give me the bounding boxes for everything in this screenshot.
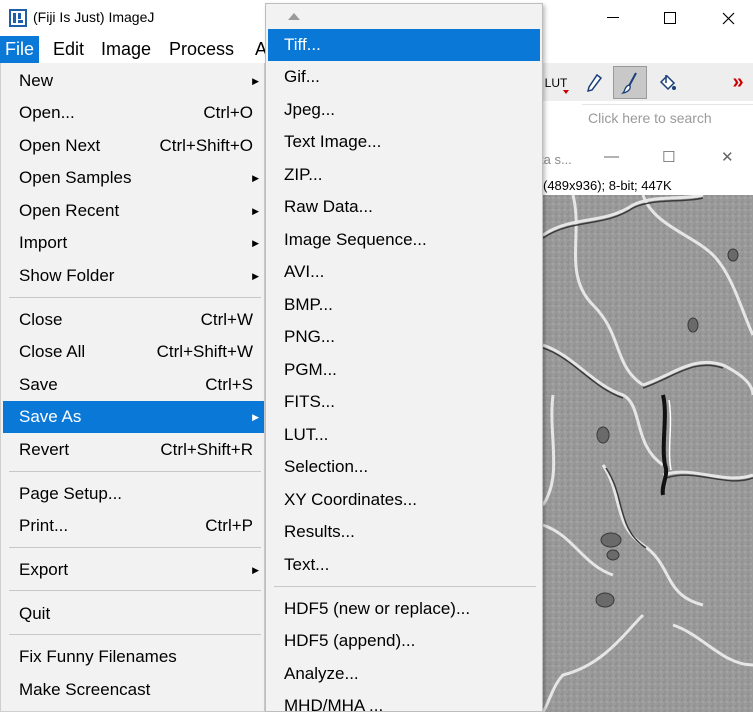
- menu-image[interactable]: Image: [96, 36, 156, 63]
- search-input[interactable]: Click here to search: [582, 104, 753, 131]
- brush-tool[interactable]: [613, 66, 647, 99]
- file-menu: New ▶ Open... Ctrl+O Open Next Ctrl+Shif…: [0, 63, 265, 712]
- menu-item-export[interactable]: Export ▶: [3, 554, 264, 586]
- submenu-item-selection[interactable]: Selection...: [268, 451, 540, 483]
- menu-item-save[interactable]: Save Ctrl+S: [3, 369, 264, 401]
- submenu-arrow-icon: ▶: [252, 271, 259, 281]
- menu-item-open[interactable]: Open... Ctrl+O: [3, 97, 264, 129]
- image-window: ta s... — ☐ ✕ (489x936); 8-bit; 447K: [540, 138, 753, 712]
- image-maximize-button[interactable]: ☐: [662, 148, 675, 166]
- menu-item-fix-funny-filenames[interactable]: Fix Funny Filenames: [3, 641, 264, 673]
- image-window-title: ta s...: [540, 152, 572, 167]
- submenu-item-lut[interactable]: LUT...: [268, 419, 540, 451]
- image-info: (489x936); 8-bit; 447K: [543, 178, 672, 193]
- submenu-item-xy-coordinates[interactable]: XY Coordinates...: [268, 484, 540, 516]
- submenu-item-zip[interactable]: ZIP...: [268, 159, 540, 191]
- submenu-item-raw-data[interactable]: Raw Data...: [268, 191, 540, 223]
- submenu-arrow-icon: ▶: [252, 412, 259, 422]
- pencil-icon: [586, 73, 603, 92]
- submenu-item-mhd-mha[interactable]: MHD/MHA ...: [268, 690, 540, 712]
- menu-file[interactable]: File: [0, 36, 40, 63]
- submenu-item-tiff[interactable]: Tiff...: [268, 29, 540, 61]
- submenu-arrow-icon: ▶: [252, 206, 259, 216]
- menu-separator: [9, 590, 261, 591]
- submenu-item-results[interactable]: Results...: [268, 516, 540, 548]
- menu-item-open-recent[interactable]: Open Recent ▶: [3, 195, 264, 227]
- scroll-up-icon[interactable]: [288, 13, 300, 20]
- menu-separator: [9, 547, 261, 548]
- submenu-item-gif[interactable]: Gif...: [268, 61, 540, 93]
- submenu-item-image-sequence[interactable]: Image Sequence...: [268, 224, 540, 256]
- menu-separator: [9, 297, 261, 298]
- more-tools-button[interactable]: »: [721, 66, 753, 99]
- submenu-item-analyze[interactable]: Analyze...: [268, 658, 540, 690]
- menu-separator: [274, 586, 536, 587]
- toolbar: LUT »: [540, 63, 753, 101]
- menu-item-save-as[interactable]: Save As ▶: [3, 401, 264, 433]
- microscopy-image: [543, 195, 753, 712]
- window-title: (Fiji Is Just) ImageJ: [33, 9, 155, 25]
- menu-item-close[interactable]: Close Ctrl+W: [3, 304, 264, 336]
- flood-fill-tool[interactable]: [650, 66, 684, 99]
- empty-tool-slot[interactable]: [687, 66, 721, 99]
- close-button[interactable]: [702, 0, 753, 36]
- paint-bucket-icon: [659, 74, 676, 90]
- submenu-item-hdf5-new[interactable]: HDF5 (new or replace)...: [268, 593, 540, 625]
- menu-item-make-screencast[interactable]: Make Screencast: [3, 674, 264, 706]
- lut-dropdown-icon: [563, 90, 569, 94]
- menu-item-print[interactable]: Print... Ctrl+P: [3, 510, 264, 542]
- menu-edit[interactable]: Edit: [48, 36, 89, 63]
- menu-item-page-setup[interactable]: Page Setup...: [3, 478, 264, 510]
- save-as-submenu: Tiff... Gif... Jpeg... Text Image... ZIP…: [265, 3, 543, 712]
- menu-item-new[interactable]: New ▶: [3, 65, 264, 97]
- menu-process[interactable]: Process: [164, 36, 239, 63]
- submenu-item-jpeg[interactable]: Jpeg...: [268, 94, 540, 126]
- menu-item-open-samples[interactable]: Open Samples ▶: [3, 162, 264, 194]
- submenu-item-text[interactable]: Text...: [268, 549, 540, 581]
- submenu-item-bmp[interactable]: BMP...: [268, 289, 540, 321]
- fiji-app-icon: [9, 9, 27, 27]
- image-close-button[interactable]: ✕: [721, 148, 734, 166]
- submenu-item-text-image[interactable]: Text Image...: [268, 126, 540, 158]
- submenu-arrow-icon: ▶: [252, 238, 259, 248]
- brush-icon: [621, 72, 637, 94]
- submenu-item-pgm[interactable]: PGM...: [268, 354, 540, 386]
- pencil-tool[interactable]: [577, 66, 611, 99]
- image-minimize-button[interactable]: —: [604, 148, 619, 165]
- image-canvas[interactable]: [543, 195, 753, 712]
- menu-item-revert[interactable]: Revert Ctrl+Shift+R: [3, 434, 264, 466]
- image-window-titlebar: ta s... — ☐ ✕: [540, 138, 753, 178]
- menu-separator: [9, 634, 261, 635]
- menu-item-close-all[interactable]: Close All Ctrl+Shift+W: [3, 336, 264, 368]
- submenu-item-fits[interactable]: FITS...: [268, 386, 540, 418]
- maximize-button[interactable]: [644, 0, 696, 36]
- menu-separator: [9, 471, 261, 472]
- menu-item-open-next[interactable]: Open Next Ctrl+Shift+O: [3, 130, 264, 162]
- menu-item-import[interactable]: Import ▶: [3, 227, 264, 259]
- submenu-item-hdf5-append[interactable]: HDF5 (append)...: [268, 625, 540, 657]
- submenu-arrow-icon: ▶: [252, 565, 259, 575]
- submenu-item-png[interactable]: PNG...: [268, 321, 540, 353]
- submenu-arrow-icon: ▶: [252, 173, 259, 183]
- minimize-button[interactable]: [587, 0, 639, 36]
- lut-label: LUT: [544, 75, 568, 90]
- menu-item-show-folder[interactable]: Show Folder ▶: [3, 260, 264, 292]
- submenu-arrow-icon: ▶: [252, 76, 259, 86]
- submenu-item-avi[interactable]: AVI...: [268, 256, 540, 288]
- menu-item-quit[interactable]: Quit: [3, 598, 264, 630]
- lut-tool[interactable]: LUT: [540, 66, 572, 99]
